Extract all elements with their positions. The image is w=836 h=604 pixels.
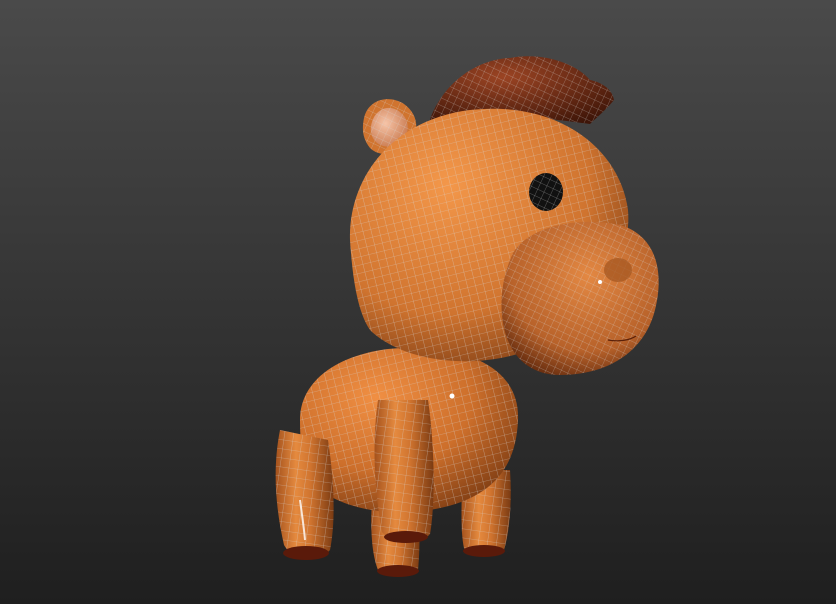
pony-model[interactable]	[0, 0, 836, 604]
hoof	[283, 546, 329, 560]
hoof	[377, 565, 419, 577]
snout-specular	[598, 280, 602, 284]
3d-viewport[interactable]	[0, 0, 836, 604]
front-right-leg[interactable]	[374, 400, 434, 543]
body-specular	[449, 393, 455, 399]
front-left-leg[interactable]	[275, 430, 334, 560]
pony-snout[interactable]	[501, 221, 659, 375]
eye-wire	[529, 173, 563, 211]
nostril	[604, 258, 632, 282]
hoof	[463, 545, 505, 557]
hoof	[384, 531, 428, 543]
